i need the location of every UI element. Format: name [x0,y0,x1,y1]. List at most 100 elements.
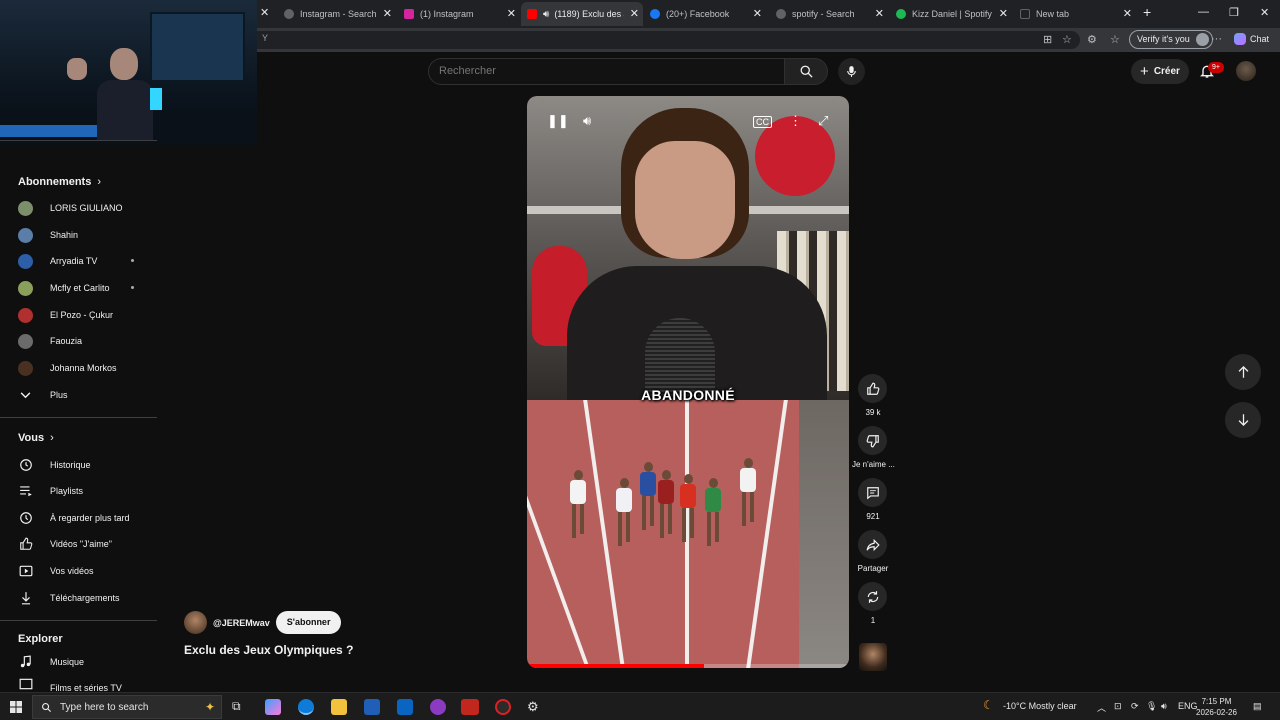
maximize-icon[interactable]: ❐ [1229,6,1239,19]
tab-close-icon[interactable]: ✕ [875,7,884,20]
windows-start-icon[interactable] [10,701,22,713]
outlook-icon[interactable] [397,699,413,715]
tab-close-icon[interactable]: ✕ [630,7,639,20]
copilot-taskbar-icon[interactable] [265,699,281,715]
more-options-icon[interactable]: ⋮ [789,113,802,129]
subscription-item[interactable]: Mcfly et Carlito [18,278,148,298]
tab-close-icon[interactable]: ✕ [260,6,269,19]
sidebar-item-watch-later[interactable]: À regarder plus tard [18,508,148,528]
minimize-icon[interactable]: — [1198,6,1209,18]
voicemeeter-icon[interactable] [461,699,479,715]
subscribe-button[interactable]: S'abonner [275,611,342,634]
next-short-button[interactable] [1225,402,1261,438]
browser-tab[interactable]: (1) Instagram ✕ [398,2,520,26]
sync-icon[interactable]: ⟳ [1131,701,1139,712]
window-close-icon[interactable]: ✕ [1260,6,1269,19]
share-label: Partager [857,564,889,573]
address-bar[interactable] [250,31,1080,49]
remix-button[interactable] [858,582,887,611]
fullscreen-icon[interactable]: ⤢ [818,113,828,129]
volume-icon[interactable]: 🔊︎ [583,113,591,129]
weather-icon[interactable]: ☾ [983,698,994,712]
previous-short-button[interactable] [1225,354,1261,390]
sidebar-item-playlists[interactable]: Playlists [18,481,148,501]
short-title[interactable]: Exclu des Jeux Olympiques ? [184,643,353,657]
subscription-item[interactable]: LORIS GIULIANO [18,198,148,218]
weather-text[interactable]: -10°C Mostly clear [1003,701,1077,711]
sidebar-item-history[interactable]: Historique [18,455,148,475]
notification-center-icon[interactable]: ▤ [1253,701,1262,712]
task-view-icon[interactable]: ⧉ [232,699,248,715]
browser-tab[interactable]: Kizz Daniel | Spotify ✕ [890,2,1012,26]
address-url-text[interactable]: Y [262,33,268,43]
subscription-item[interactable]: Arryadia TV [18,251,148,271]
browser-tab[interactable]: Instagram - Search ✕ [278,2,396,26]
tray-overflow-icon[interactable]: ︿ [1097,701,1106,714]
subscription-item[interactable]: El Pozo - Çukur [18,305,148,325]
voice-search-button[interactable] [838,58,865,85]
you-header[interactable]: Vous › [18,432,54,444]
sidebar-item-movies[interactable]: Films et séries TV [18,678,148,692]
taskbar-search-box[interactable]: Type here to search ✦ [32,695,222,719]
like-button[interactable] [858,374,887,403]
browser-tab[interactable]: (20+) Facebook ✕ [644,2,766,26]
tab-close-icon[interactable]: ✕ [753,7,762,20]
edge-browser-icon[interactable] [298,699,314,715]
shorts-video-player[interactable]: ABANDONNÉ ❚❚ 🔊︎ CC ⋮ ⤢ [527,96,849,668]
new-tab-plus-icon[interactable]: + [1143,4,1151,20]
account-avatar[interactable] [1236,61,1256,81]
subscription-item[interactable]: Shahin [18,225,148,245]
speaker-icon[interactable]: 🔊︎ [1161,701,1167,712]
verify-profile-button[interactable]: Verify it's you [1129,30,1213,49]
microphone-tray-icon[interactable]: 🎙︎ [1146,701,1157,712]
search-input[interactable] [439,65,779,77]
file-explorer-icon[interactable] [331,699,347,715]
install-app-icon[interactable]: ⊞ [1043,33,1052,46]
microsoft-store-icon[interactable] [364,699,380,715]
obs-icon[interactable] [495,699,511,715]
sidebar-item-your-videos[interactable]: Vos vidéos [18,561,148,581]
new-content-dot [131,286,134,289]
sidebar-item-downloads[interactable]: Téléchargements [18,588,148,608]
settings-gear-icon[interactable]: ⚙ [527,699,543,715]
create-button[interactable]: + Créer [1131,59,1189,84]
bookmark-star-icon[interactable]: ☆ [1062,33,1072,46]
chat-label: Chat [1250,34,1270,44]
network-icon[interactable]: ⊡ [1114,701,1122,712]
comments-button[interactable] [858,478,887,507]
sidebar-item-music[interactable]: Musique [18,652,148,672]
favorites-icon[interactable]: ☆ [1110,33,1120,46]
tab-close-icon[interactable]: ✕ [383,7,392,20]
system-clock[interactable]: 7:15 PM 2026-02-26 [1196,696,1237,718]
language-indicator[interactable]: ENG [1178,701,1198,711]
channel-handle[interactable]: @JEREMwav [213,618,270,628]
subscriptions-header[interactable]: Abonnements › [18,176,101,188]
runner [639,462,657,532]
subscription-item[interactable]: Johanna Morkos [18,358,148,378]
dislike-button[interactable] [858,426,887,455]
browser-tab[interactable]: spotify - Search ✕ [770,2,888,26]
audio-playing-icon[interactable]: 🔊︎ [543,9,549,20]
tab-close-icon[interactable]: ✕ [999,7,1008,20]
explore-header: Explorer [18,633,63,645]
pause-icon[interactable]: ❚❚ [547,113,569,129]
audio-source-thumbnail[interactable] [859,643,887,671]
browser-tab-active[interactable]: 🔊︎ (1189) Exclu des Jeux ✕ [521,2,643,26]
more-menu-icon[interactable]: ··· [1211,33,1222,45]
share-button[interactable] [858,530,887,559]
webcam-person [67,40,155,140]
browser-tab[interactable]: New tab ✕ [1014,2,1136,26]
thumbs-up-icon [866,382,879,395]
extensions-icon[interactable]: ⚙ [1087,33,1097,46]
channel-avatar[interactable] [184,611,207,634]
captions-icon[interactable]: CC [753,116,772,128]
search-button[interactable] [785,58,828,85]
tab-close-icon[interactable]: ✕ [507,7,516,20]
video-progress-bar[interactable] [527,664,849,668]
copilot-chat-button[interactable]: Chat [1234,33,1269,45]
app-icon[interactable] [430,699,446,715]
sidebar-item-liked-videos[interactable]: Vidéos "J'aime" [18,534,148,554]
show-more-subscriptions[interactable]: Plus [18,385,148,405]
subscription-item[interactable]: Faouzia [18,331,148,351]
tab-close-icon[interactable]: ✕ [1123,7,1132,20]
